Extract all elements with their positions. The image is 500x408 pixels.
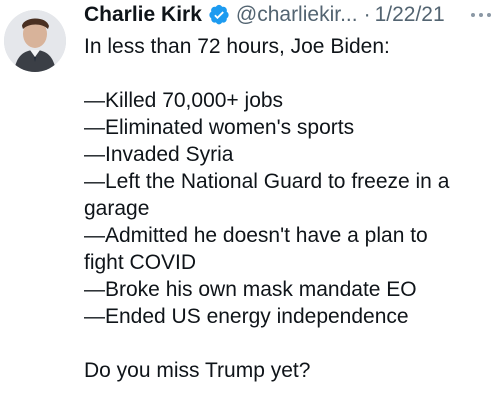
tweet-closing: Do you miss Trump yet? bbox=[84, 359, 311, 382]
tweet-list-item: —Ended US energy independence bbox=[84, 305, 409, 328]
avatar[interactable] bbox=[4, 10, 66, 72]
tweet-header: Charlie Kirk @charliekir... · 1/22/21 bbox=[84, 0, 496, 30]
tweet-spacer bbox=[84, 60, 496, 87]
tweet-date[interactable]: 1/22/21 bbox=[375, 0, 445, 30]
tweet-intro: In less than 72 hours, Joe Biden: bbox=[84, 35, 390, 58]
tweet-list-item: —Broke his own mask mandate EO bbox=[84, 278, 417, 301]
tweet-list-item-continued: garage bbox=[84, 197, 150, 220]
tweet-list-item: —Invaded Syria bbox=[84, 143, 234, 166]
tweet-list-item: —Eliminated women's sports bbox=[84, 116, 355, 139]
tweet-content: Charlie Kirk @charliekir... · 1/22/21 In… bbox=[84, 0, 496, 384]
tweet-body: In less than 72 hours, Joe Biden: —Kille… bbox=[84, 33, 496, 384]
tweet: Charlie Kirk @charliekir... · 1/22/21 In… bbox=[0, 0, 500, 408]
tweet-list-item: —Left the National Guard to freeze in a bbox=[84, 170, 450, 193]
display-name[interactable]: Charlie Kirk bbox=[84, 0, 202, 30]
tweet-list-item-continued: fight COVID bbox=[84, 251, 197, 274]
user-handle[interactable]: @charliekir... bbox=[236, 0, 358, 30]
tweet-list-item: —Admitted he doesn't have a plan to bbox=[84, 224, 428, 247]
verified-badge-icon bbox=[208, 4, 230, 26]
header-separator: · bbox=[363, 3, 371, 26]
tweet-spacer bbox=[84, 330, 496, 357]
avatar-image bbox=[4, 10, 66, 72]
tweet-list-item: —Killed 70,000+ jobs bbox=[84, 89, 284, 112]
more-options-icon[interactable] bbox=[468, 0, 494, 30]
